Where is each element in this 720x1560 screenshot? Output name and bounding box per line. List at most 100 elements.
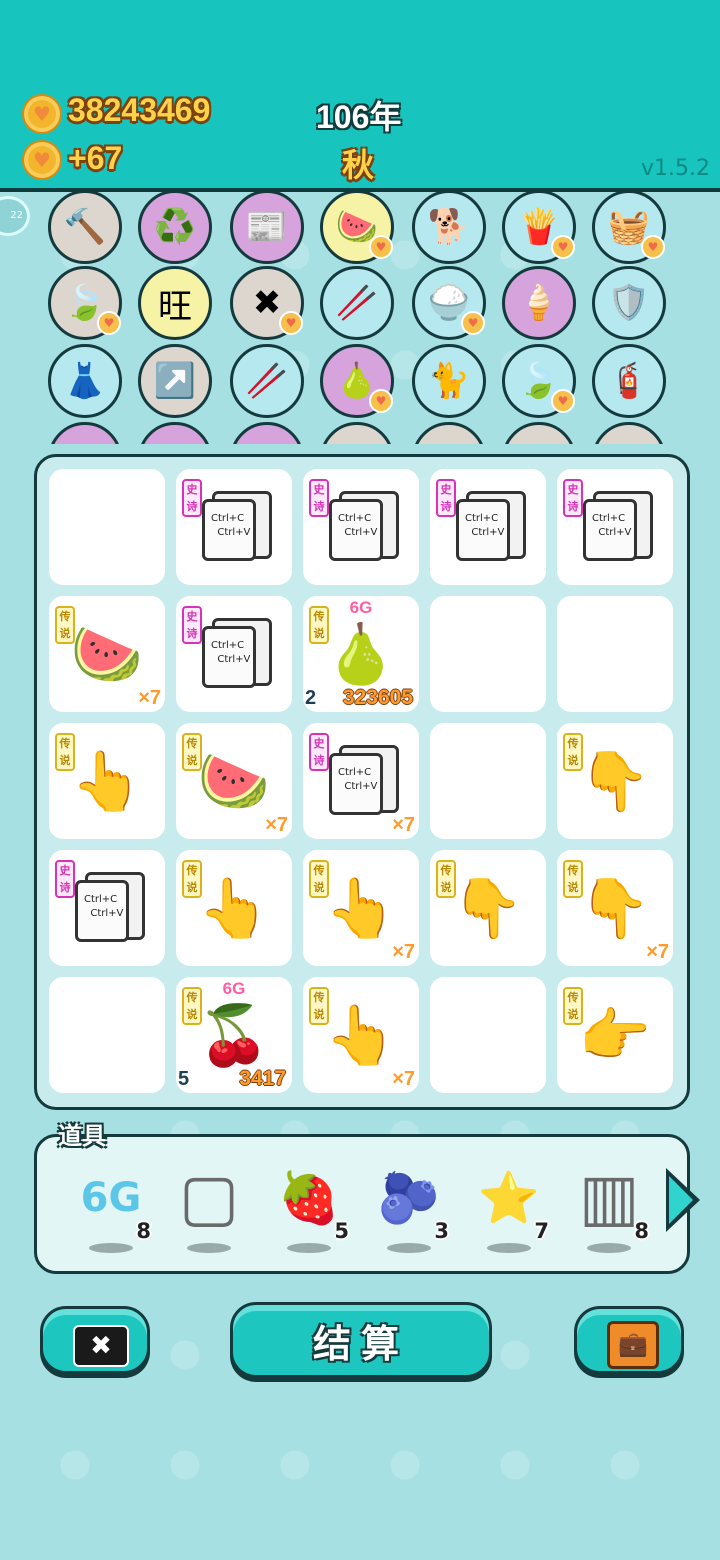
rarity-tag: 传说 — [563, 987, 583, 1025]
leaf-icon[interactable]: 🍃 ♥ — [502, 344, 576, 418]
arrow-card-icon[interactable]: ↗️ — [138, 344, 212, 418]
prop-count: 3 — [434, 1219, 449, 1243]
board-slot[interactable] — [430, 723, 546, 839]
board-slot[interactable] — [557, 596, 673, 712]
prop-item[interactable]: ▥ 8 — [569, 1161, 649, 1253]
frame-icon: ▢ — [178, 1161, 240, 1235]
board-slot[interactable] — [430, 977, 546, 1093]
board-slot[interactable]: Ctrl+C Ctrl+V 史诗 — [430, 469, 546, 585]
owned-item-circle[interactable] — [592, 422, 666, 444]
fruit-basket-icon[interactable]: 🧺 ♥ — [592, 192, 666, 264]
board-slot[interactable]: 👆 传说 ×7 — [303, 850, 419, 966]
recycle-icon[interactable]: ♻️ — [138, 192, 212, 264]
owned-item-circle[interactable] — [48, 422, 122, 444]
settle-button[interactable]: 结算 — [230, 1302, 492, 1378]
wang-tiles-icon[interactable]: 旺 — [138, 266, 212, 340]
prop-count: 8 — [634, 1219, 649, 1243]
chopsticks-icon[interactable]: 🥢 — [230, 344, 304, 418]
level-number: 5 — [178, 1068, 190, 1090]
time-magazine-icon[interactable]: 📰 — [230, 192, 304, 264]
chopsticks-icon[interactable]: 🥢 — [320, 266, 394, 340]
board-slot[interactable]: Ctrl+C Ctrl+V 史诗 ×7 — [303, 723, 419, 839]
dog-icon[interactable]: 🐕 — [412, 192, 486, 264]
board-slot[interactable]: Ctrl+C Ctrl+V 史诗 — [303, 469, 419, 585]
owned-item-circle[interactable] — [230, 422, 304, 444]
owned-item-circle[interactable] — [502, 422, 576, 444]
rarity-tag: 传说 — [436, 860, 456, 898]
board-slot[interactable]: 👆 传说 — [49, 723, 165, 839]
slot-board: Ctrl+C Ctrl+V 史诗 Ctrl+C Ctrl+V 史诗 Ctrl+C Ctr… — [34, 454, 690, 1110]
pump-icon[interactable]: 🧯 — [592, 344, 666, 418]
board-slot[interactable]: Ctrl+C Ctrl+V 史诗 — [176, 596, 292, 712]
rice-bowl-icon[interactable]: 🍚 ♥ — [412, 266, 486, 340]
multiplier-label: ×7 — [265, 814, 288, 836]
rarity-tag: 传说 — [563, 733, 583, 771]
coin-income: +67 — [68, 140, 123, 176]
heart-badge-icon: ♥ — [97, 311, 121, 335]
board-slot[interactable] — [49, 469, 165, 585]
rarity-tag: 传说 — [309, 860, 329, 898]
heart-badge-icon: ♥ — [461, 311, 485, 335]
board-slot[interactable]: 👇 传说 — [430, 850, 546, 966]
heart-badge-icon: ♥ — [551, 235, 575, 259]
board-slot[interactable]: 👇 传说 ×7 — [557, 850, 673, 966]
rarity-tag: 传说 — [55, 606, 75, 644]
rarity-tag: 史诗 — [309, 733, 329, 771]
hammer-icon[interactable]: 🔨 — [48, 192, 122, 264]
board-slot[interactable]: 🍉 传说 ×7 — [176, 723, 292, 839]
skirt-icon[interactable]: 👗 — [48, 344, 122, 418]
version-label: v1.5.2 — [641, 156, 710, 181]
paste-label: Ctrl+V — [344, 527, 378, 538]
top-status-bar: 38243469 +67 106年 秋 v1.5.2 — [0, 0, 720, 192]
board-slot[interactable]: 👆 传说 — [176, 850, 292, 966]
board-slot[interactable]: Ctrl+C Ctrl+V 史诗 — [176, 469, 292, 585]
board-slot[interactable]: 👆 传说 ×7 — [303, 977, 419, 1093]
close-tag-icon: ✖ — [73, 1325, 129, 1367]
board-slot[interactable]: Ctrl+C Ctrl+V 史诗 — [49, 850, 165, 966]
cat-icon[interactable]: 🐈 — [412, 344, 486, 418]
prop-shadow — [387, 1243, 431, 1253]
close-tag-icon[interactable]: ✖ ♥ — [230, 266, 304, 340]
paste-label: Ctrl+V — [471, 527, 505, 538]
year-label: 106年 — [316, 99, 402, 135]
prop-item[interactable]: 6G 8 — [71, 1163, 151, 1253]
owned-item-circle[interactable] — [412, 422, 486, 444]
props-next-arrow-icon[interactable] — [666, 1168, 700, 1232]
inventory-button[interactable]: 💼 — [574, 1306, 684, 1374]
board-slot[interactable]: 👉 传说 — [557, 977, 673, 1093]
fries-icon[interactable]: 🍟 ♥ — [502, 192, 576, 264]
owned-item-circle[interactable] — [320, 422, 394, 444]
heart-badge-icon: ♥ — [641, 235, 665, 259]
coin-icon — [22, 140, 62, 180]
board-slot[interactable]: Ctrl+C Ctrl+V 史诗 — [557, 469, 673, 585]
board-slot[interactable]: 🍐 传说 6G 2 323605 — [303, 596, 419, 712]
prop-count: 7 — [534, 1219, 549, 1243]
prop-item[interactable]: 🍓 5 — [269, 1163, 349, 1253]
heart-badge-icon: ♥ — [369, 389, 393, 413]
multiplier-label: ×7 — [392, 814, 415, 836]
fruit-platter-icon[interactable]: 🍉 ♥ — [320, 192, 394, 264]
board-slot[interactable] — [430, 596, 546, 712]
leaf-icon[interactable]: 🍃 ♥ — [48, 266, 122, 340]
board-slot[interactable]: 👇 传说 — [557, 723, 673, 839]
settle-label: 结算 — [312, 1321, 409, 1366]
prop-item[interactable]: 🫐 3 — [369, 1163, 449, 1253]
remove-button[interactable]: ✖ — [40, 1306, 150, 1374]
rarity-tag: 传说 — [182, 860, 202, 898]
owned-items-panel[interactable]: 🔨 ♻️ 📰 🍉 ♥ 🐕 🍟 ♥ 🧺 ♥ 🍃 ♥ 旺 ✖ ♥ 🥢 🍚 ♥ 🍦 🛡️ 👗 ↗️ 🥢 🍐 ♥ 🐈 🍃 ♥ 🧯 — [0, 192, 720, 444]
board-slot[interactable] — [49, 977, 165, 1093]
props-bar: 6G 8 ▢ 🍓 5 🫐 3 ⭐ 7 ▥ 8 — [34, 1134, 690, 1274]
rarity-tag: 史诗 — [182, 606, 202, 644]
board-slot[interactable]: 🍉 传说 ×7 — [49, 596, 165, 712]
prop-item[interactable]: ⭐ 7 — [469, 1163, 549, 1253]
score-value: 3417 — [239, 1067, 286, 1090]
prop-shadow — [89, 1243, 133, 1253]
multiplier-label: ×7 — [646, 941, 669, 963]
ice-cream-icon[interactable]: 🍦 — [502, 266, 576, 340]
owned-item-circle[interactable] — [138, 422, 212, 444]
prop-shadow — [287, 1243, 331, 1253]
grapefruit-icon[interactable]: 🍐 ♥ — [320, 344, 394, 418]
board-slot[interactable]: 🍒 传说 6G 5 3417 — [176, 977, 292, 1093]
shield-wrench-icon[interactable]: 🛡️ — [592, 266, 666, 340]
prop-item[interactable]: ▢ — [169, 1161, 249, 1253]
